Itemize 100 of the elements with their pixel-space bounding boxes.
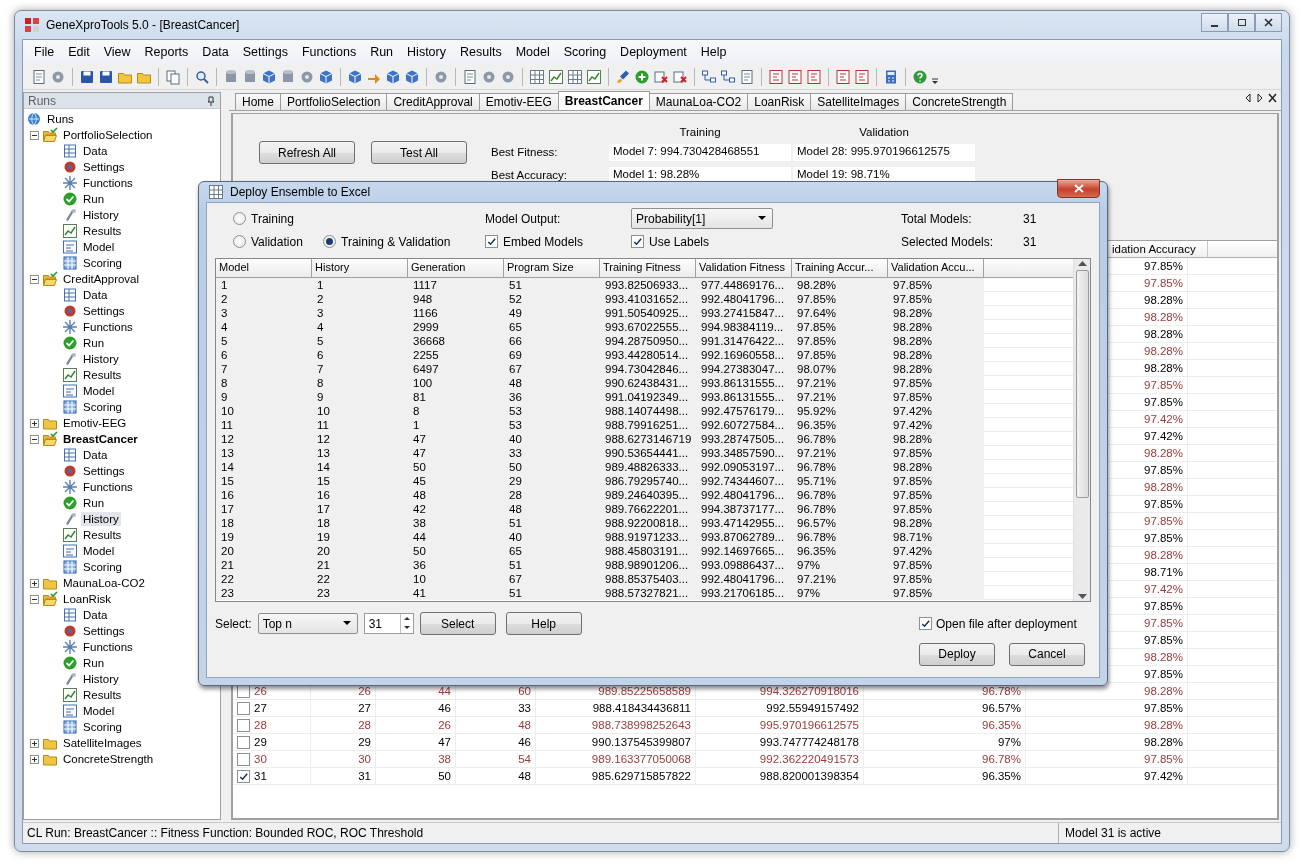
database-icon[interactable]	[242, 68, 258, 85]
dialog-button[interactable]: Help	[505, 612, 582, 635]
tree-item[interactable]: Functions	[81, 640, 135, 654]
tree-item[interactable]: SatelliteImages	[61, 736, 144, 750]
tree-item[interactable]: History	[81, 352, 121, 366]
tree-item[interactable]: History	[81, 208, 121, 222]
tab[interactable]: ConcreteStrength	[905, 93, 1014, 110]
scroll-thumb[interactable]	[1075, 270, 1089, 498]
collapse-icon[interactable]	[30, 434, 39, 444]
tree-item[interactable]: Model	[81, 384, 117, 398]
tree-item[interactable]: History	[81, 512, 121, 526]
tree-item[interactable]: Run	[81, 336, 107, 350]
menu-item[interactable]: Results	[453, 45, 509, 59]
column-header[interactable]: History	[312, 259, 408, 277]
checkbox[interactable]	[237, 735, 250, 749]
calculator-icon[interactable]	[883, 68, 899, 85]
column-header[interactable]: Model	[216, 259, 312, 277]
chart-icon[interactable]	[548, 68, 564, 85]
menu-item[interactable]: Scoring	[556, 45, 614, 59]
expand-icon[interactable]	[30, 578, 39, 588]
menu-item[interactable]: View	[96, 45, 138, 59]
restore-button[interactable]	[1228, 12, 1255, 32]
plus-icon[interactable]	[634, 68, 650, 85]
tree-item[interactable]: Results	[81, 688, 124, 702]
dialog-button[interactable]: Deploy	[919, 642, 995, 666]
scroll-left-icon[interactable]	[1244, 93, 1252, 103]
menu-item[interactable]: Deployment	[613, 45, 694, 59]
copy-icon[interactable]	[165, 68, 181, 85]
tree-item[interactable]: Results	[81, 528, 124, 542]
tree-item[interactable]: Functions	[81, 480, 135, 494]
scroll-down-icon[interactable]	[1077, 593, 1087, 599]
tree-item[interactable]: Run	[81, 496, 107, 510]
menu-item[interactable]: Data	[195, 45, 236, 59]
tree-item[interactable]: BreastCancer	[61, 432, 140, 446]
tab[interactable]: BreastCancer	[557, 91, 650, 110]
collapse-icon[interactable]	[30, 130, 39, 140]
tree-item[interactable]: Emotiv-EEG	[61, 416, 129, 430]
tree-item[interactable]: Model	[81, 240, 117, 254]
tree-item[interactable]: PortfolioSelection	[61, 128, 155, 142]
cross-icon[interactable]	[672, 68, 688, 85]
tree-item[interactable]: Functions	[81, 176, 135, 190]
tree-item[interactable]: Settings	[81, 160, 127, 174]
number-field[interactable]: 31	[363, 613, 414, 634]
formula-icon[interactable]	[854, 68, 870, 85]
menu-item[interactable]: Help	[693, 45, 734, 59]
grid-icon[interactable]	[567, 68, 583, 85]
cube-icon[interactable]	[385, 68, 401, 85]
menu-item[interactable]: Reports	[137, 45, 196, 59]
tree-item[interactable]: Data	[81, 288, 110, 302]
tree-item[interactable]: Settings	[81, 624, 127, 638]
column-header[interactable]: Training Accur...	[792, 259, 888, 277]
magnifier-icon[interactable]	[194, 68, 210, 85]
database-icon[interactable]	[223, 68, 239, 85]
checkbox[interactable]	[237, 718, 250, 732]
radio-label[interactable]: Training & Validation	[341, 234, 451, 249]
formula-icon[interactable]	[806, 68, 822, 85]
chart-icon[interactable]	[586, 68, 602, 85]
close-button[interactable]	[1255, 12, 1282, 32]
checkbox-label[interactable]: Use Labels	[649, 234, 710, 249]
checkbox-label[interactable]: Embed Models	[503, 234, 584, 249]
menu-item[interactable]: Edit	[61, 45, 97, 59]
tree-icon[interactable]	[720, 68, 736, 85]
menu-item[interactable]: Run	[363, 45, 401, 59]
column-header[interactable]: Validation Fitness	[696, 259, 792, 277]
expand-icon[interactable]	[30, 754, 39, 764]
tree-item[interactable]: Runs	[45, 112, 76, 126]
tree-item[interactable]: CreditApproval	[61, 272, 142, 286]
tree-item[interactable]: Settings	[81, 464, 127, 478]
tab[interactable]: SatelliteImages	[810, 93, 907, 110]
radio-label[interactable]: Training	[251, 211, 294, 226]
dropdown[interactable]: Top n	[257, 613, 358, 634]
tree-item[interactable]: Functions	[81, 320, 135, 334]
toolbar-button[interactable]: Refresh All	[259, 141, 355, 164]
tab[interactable]: LoanRisk	[747, 93, 812, 110]
tab[interactable]: Home	[235, 93, 281, 110]
menu-item[interactable]: History	[400, 45, 453, 59]
save-icon[interactable]	[79, 68, 95, 85]
collapse-icon[interactable]	[30, 594, 39, 604]
tree-item[interactable]: Scoring	[81, 400, 124, 414]
grid-icon[interactable]	[529, 68, 545, 85]
radio-button[interactable]	[233, 212, 246, 225]
checkbox[interactable]	[237, 752, 250, 766]
close-icon[interactable]	[1268, 93, 1277, 103]
tab[interactable]: CreditApproval	[386, 93, 480, 110]
tree-item[interactable]: Settings	[81, 304, 127, 318]
radio-button[interactable]	[233, 235, 246, 248]
document-icon[interactable]	[739, 68, 755, 85]
document-icon[interactable]	[31, 68, 47, 85]
column-header[interactable]: Training Fitness	[600, 259, 696, 277]
menu-item[interactable]: Settings	[235, 45, 295, 59]
dropdown[interactable]: Probability[1]	[631, 208, 773, 229]
expand-icon[interactable]	[30, 418, 39, 428]
scrollbar[interactable]	[1073, 259, 1090, 601]
tree-icon[interactable]	[701, 68, 717, 85]
tree-item[interactable]: Run	[81, 192, 107, 206]
tab[interactable]: Emotiv-EEG	[478, 93, 559, 110]
cube-icon[interactable]	[347, 68, 363, 85]
column-header[interactable]: Validation Accu...	[888, 259, 984, 277]
menu-item[interactable]: File	[27, 45, 62, 59]
tree-item[interactable]: Data	[81, 144, 110, 158]
